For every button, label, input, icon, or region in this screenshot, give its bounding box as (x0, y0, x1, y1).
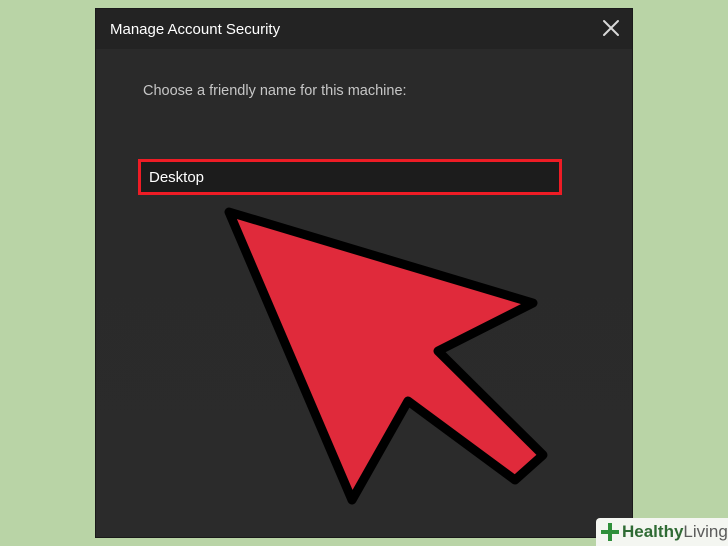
watermark-text: HealthyLiving (622, 522, 728, 542)
watermark-word-healthy: Healthy (622, 522, 684, 541)
manage-account-security-dialog: Manage Account Security Choose a friendl… (95, 8, 633, 538)
watermark-word-living: Living (683, 522, 728, 541)
dialog-body (96, 49, 632, 537)
plus-leaf-icon (601, 523, 619, 541)
watermark: HealthyLiving (596, 518, 728, 546)
close-icon[interactable] (600, 17, 622, 39)
dialog-titlebar: Manage Account Security (96, 9, 632, 49)
friendly-name-input[interactable] (138, 159, 562, 195)
friendly-name-prompt: Choose a friendly name for this machine: (143, 83, 407, 99)
dialog-title: Manage Account Security (110, 21, 281, 38)
